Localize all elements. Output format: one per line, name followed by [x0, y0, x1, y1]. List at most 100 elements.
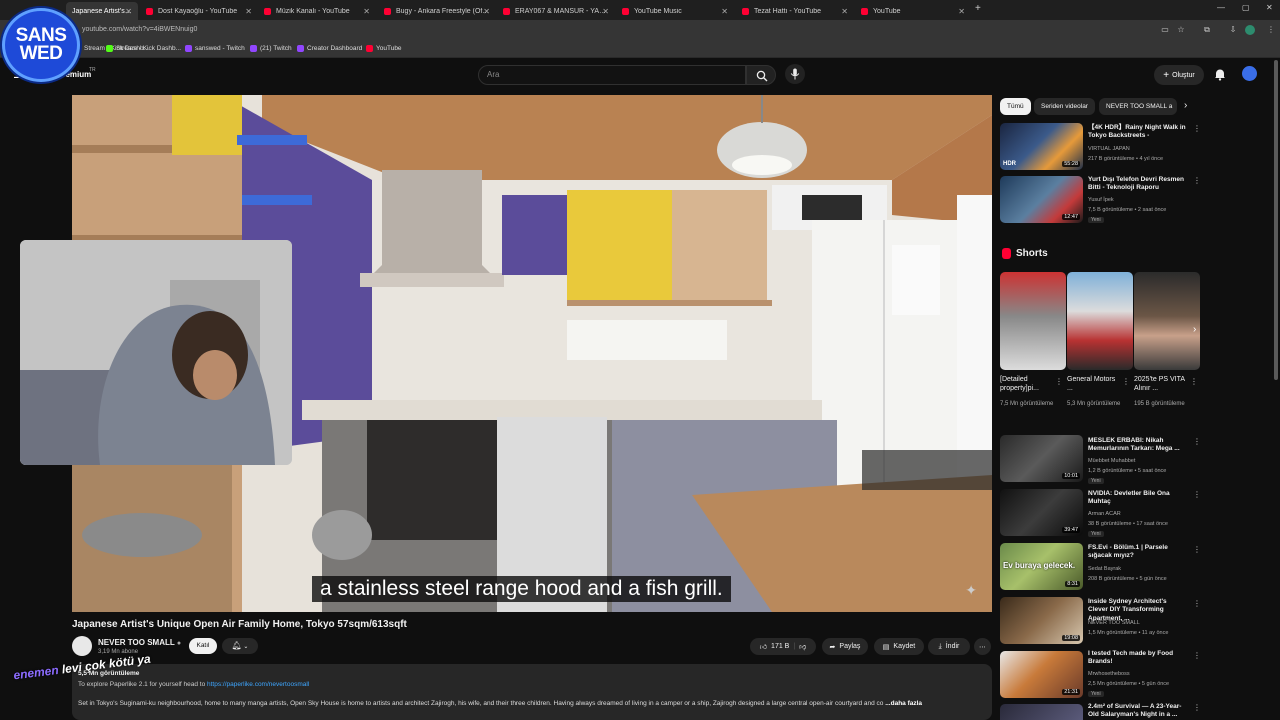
browser-tab[interactable]: YouTube ✕: [855, 2, 971, 20]
url-field[interactable]: youtube.com/watch?v=4iBWENnuig0: [82, 26, 197, 33]
page-scrollbar[interactable]: [1274, 60, 1278, 380]
short-thumbnail[interactable]: [1000, 272, 1066, 370]
browser-menu-icon[interactable]: ⋮: [1266, 25, 1276, 35]
channel-avatar[interactable]: [72, 636, 92, 656]
more-vertical-icon[interactable]: ⋮: [1193, 703, 1201, 712]
more-vertical-icon[interactable]: ⋮: [1193, 437, 1201, 446]
rec-thumbnail[interactable]: 10:01: [1000, 435, 1083, 482]
browser-tab[interactable]: Müzik Kanalı - YouTube ✕: [258, 2, 376, 20]
rec-thumbnail[interactable]: 39:47: [1000, 489, 1083, 536]
rec-title[interactable]: NVIDIA: Devletler Bile Ona Muhtaç: [1088, 490, 1188, 507]
more-vertical-icon[interactable]: ⋮: [1193, 124, 1201, 133]
chip-channel[interactable]: NEVER TOO SMALL a: [1099, 98, 1177, 115]
rec-title[interactable]: 【4K HDR】Rainy Night Walk in Tokyo Backst…: [1088, 124, 1188, 141]
short-thumbnail[interactable]: [1067, 272, 1133, 370]
rec-thumbnail[interactable]: [1000, 704, 1083, 720]
rec-channel[interactable]: Müebbet Muhabbet: [1088, 458, 1135, 464]
rec-thumbnail[interactable]: Ev buraya gelecek. 8:31: [1000, 543, 1083, 590]
channel-name[interactable]: NEVER TOO SMALL ●: [98, 638, 181, 647]
bookmark-twitch[interactable]: sanswed - Twitch: [185, 45, 245, 52]
like-button[interactable]: 👍︎ 171 B: [760, 642, 790, 651]
rec-channel[interactable]: Sedat Bayrak: [1088, 566, 1121, 572]
more-vertical-icon[interactable]: ⋮: [1193, 490, 1201, 499]
show-more-link[interactable]: ...daha fazla: [885, 700, 922, 707]
browser-tab[interactable]: Japanese Artist's Unique Open Air✕: [66, 2, 138, 20]
extensions-icon[interactable]: ⧉: [1202, 25, 1212, 35]
rec-thumbnail[interactable]: 21:31: [1000, 651, 1083, 698]
rec-channel[interactable]: VIRTUAL JAPAN: [1088, 146, 1130, 152]
bookmark-twitch-21[interactable]: (21) Twitch: [250, 45, 292, 52]
share-button[interactable]: ➦ Paylaş: [822, 638, 868, 655]
more-vertical-icon[interactable]: ⋮: [1190, 377, 1198, 386]
search-icon: [756, 70, 768, 82]
browser-tab-strip: Japanese Artist's Unique Open Air✕ Dost …: [0, 0, 1280, 20]
rec-thumbnail[interactable]: 12:47: [1000, 176, 1083, 223]
rec-thumbnail[interactable]: 19:08: [1000, 597, 1083, 644]
rec-thumbnail[interactable]: HDR 55:28: [1000, 123, 1083, 170]
close-tab-icon[interactable]: ✕: [483, 7, 490, 16]
thumbs-up-icon: 👍︎: [759, 644, 768, 651]
short-title[interactable]: 2025'te PS VITA Alınır ...: [1134, 375, 1190, 394]
more-actions-button[interactable]: ⋯: [974, 638, 991, 655]
shorts-next-icon[interactable]: ›: [1193, 324, 1196, 335]
chevron-right-icon[interactable]: ›: [1184, 100, 1187, 111]
webcam-frame: [20, 240, 292, 465]
create-button[interactable]: + Oluştur: [1154, 65, 1204, 85]
close-tab-icon[interactable]: ✕: [721, 7, 728, 16]
downloads-icon[interactable]: ⇩: [1228, 25, 1238, 35]
rec-channel[interactable]: Arman ACAR: [1088, 511, 1121, 517]
bookmark-youtube[interactable]: YouTube: [366, 45, 402, 52]
browser-tab[interactable]: ERAY067 & MANSUR - YARAMA ✕: [497, 2, 615, 20]
cast-icon[interactable]: ▭: [1160, 25, 1170, 35]
rec-channel[interactable]: NEVER TOO SMALL: [1088, 620, 1140, 626]
short-thumbnail[interactable]: [1134, 272, 1200, 370]
rec-title[interactable]: MESLEK ERBABI: Nikah Memurlarının Tarkar…: [1088, 437, 1188, 454]
bookmark-creator-dashboard[interactable]: Creator Dashboard: [297, 45, 362, 52]
rec-channel[interactable]: Mrwhosetheboss: [1088, 671, 1130, 677]
voice-search-button[interactable]: [785, 64, 805, 84]
search-button[interactable]: [746, 65, 776, 85]
rec-title[interactable]: Yurt Dışı Telefon Devri Resmen Bitti - T…: [1088, 176, 1188, 193]
save-button[interactable]: ▤ Kaydet: [874, 638, 924, 655]
more-vertical-icon[interactable]: ⋮: [1193, 651, 1201, 660]
close-tab-icon[interactable]: ✕: [841, 7, 848, 16]
browser-tab[interactable]: Dost Kayaoğlu - YouTube ✕: [140, 2, 258, 20]
rec-channel[interactable]: Yusuf İpek: [1088, 197, 1114, 203]
notifications-bell-icon[interactable]: [1213, 67, 1227, 81]
sponsor-link[interactable]: https://paperlike.com/nevertoosmall: [207, 681, 309, 688]
account-avatar[interactable]: [1242, 66, 1257, 81]
more-vertical-icon[interactable]: ⋮: [1055, 377, 1063, 386]
short-title[interactable]: General Motors ...: [1067, 375, 1123, 394]
browser-tab[interactable]: Bugy - Ankara Freestyle (Official ✕: [378, 2, 496, 20]
minimize-icon[interactable]: —: [1217, 3, 1225, 12]
close-window-icon[interactable]: ✕: [1266, 3, 1273, 12]
chip-series[interactable]: Seriden videolar: [1034, 98, 1095, 115]
new-tab-button[interactable]: +: [975, 3, 981, 14]
browser-tab[interactable]: YouTube Music ✕: [616, 2, 734, 20]
more-vertical-icon[interactable]: ⋮: [1122, 377, 1130, 386]
close-tab-icon[interactable]: ✕: [245, 7, 252, 16]
bookmark-kick[interactable]: Stream - Kick Dashb...: [106, 45, 181, 52]
close-tab-icon[interactable]: ✕: [363, 7, 370, 16]
chip-all[interactable]: Tümü: [1000, 98, 1031, 115]
profile-icon[interactable]: [1245, 25, 1255, 35]
close-tab-icon[interactable]: ✕: [602, 7, 609, 16]
description-box[interactable]: [72, 664, 992, 720]
close-tab-icon[interactable]: ✕: [125, 7, 132, 16]
short-title[interactable]: [Detailed property]pi...: [1000, 375, 1056, 394]
thumbs-down-icon[interactable]: 👎︎: [799, 642, 806, 651]
rec-title[interactable]: 2.4m² of Survival — A 23-Year-Old Salary…: [1088, 703, 1188, 720]
close-tab-icon[interactable]: ✕: [958, 7, 965, 16]
join-button[interactable]: Katıl: [189, 638, 217, 654]
more-vertical-icon[interactable]: ⋮: [1193, 176, 1201, 185]
search-input[interactable]: Ara: [478, 65, 746, 85]
download-button[interactable]: ⤓ İndir: [928, 638, 970, 655]
rec-title[interactable]: FS.Evi - Bölüm.1 | Parsele sığacak mıyız…: [1088, 544, 1188, 561]
notification-bell-button[interactable]: 🔔︎ ⌄: [222, 638, 258, 654]
browser-tab[interactable]: Tezat Hattı - YouTube ✕: [736, 2, 854, 20]
rec-title[interactable]: I tested Tech made by Food Brands!: [1088, 650, 1188, 667]
more-vertical-icon[interactable]: ⋮: [1193, 599, 1201, 608]
bookmark-star-icon[interactable]: ☆: [1176, 25, 1186, 35]
maximize-icon[interactable]: ▢: [1242, 3, 1250, 12]
more-vertical-icon[interactable]: ⋮: [1193, 545, 1201, 554]
